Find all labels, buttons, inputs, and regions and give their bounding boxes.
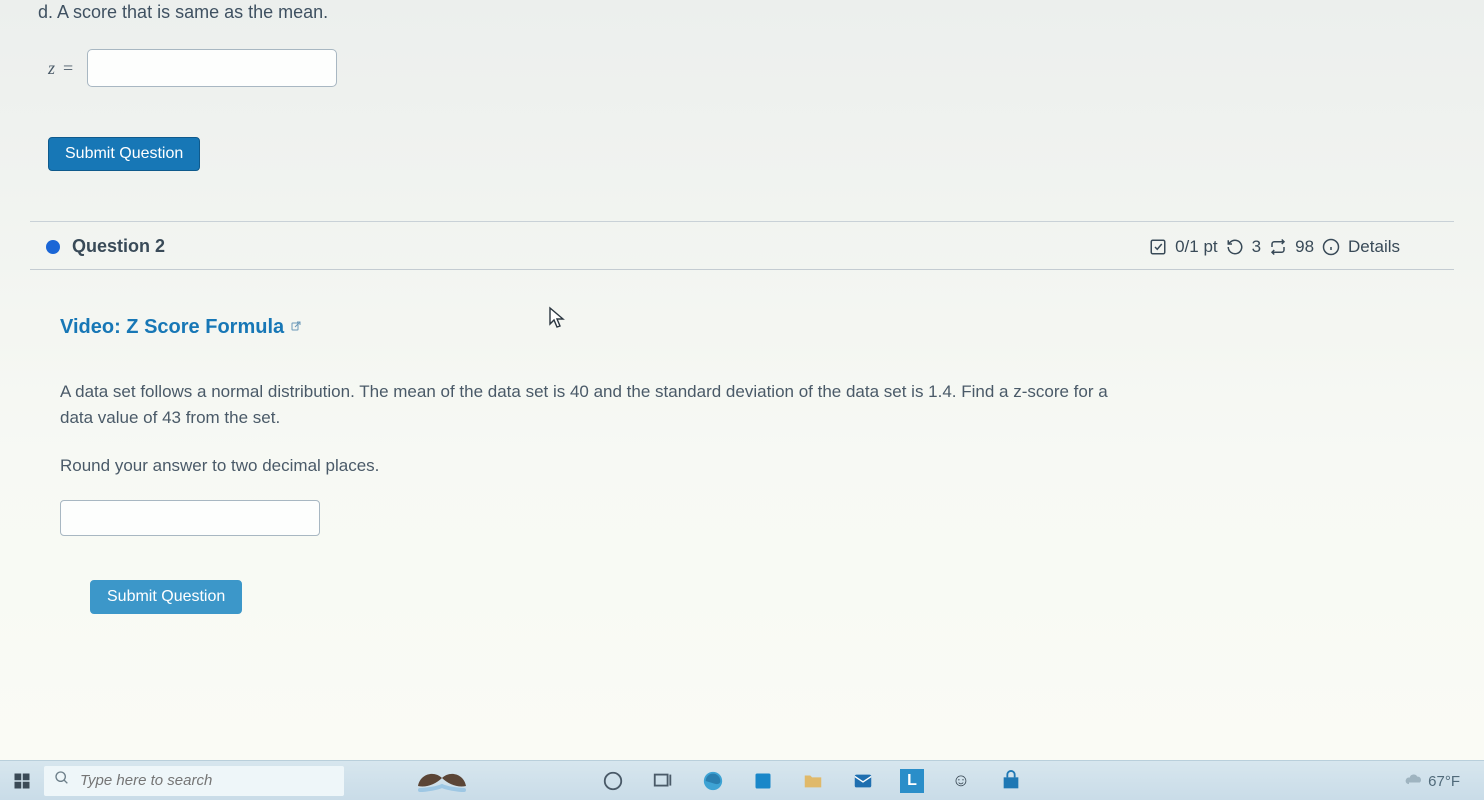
windows-taskbar: L ☺ 67°F	[0, 760, 1484, 800]
search-input[interactable]	[80, 772, 334, 789]
store-icon[interactable]	[998, 768, 1024, 794]
mail-icon[interactable]	[850, 768, 876, 794]
status-dot-icon	[46, 240, 60, 254]
cortana-circle-icon[interactable]	[600, 768, 626, 794]
equals-sign: =	[63, 58, 73, 79]
question-header-right: 0/1 pt 3 98 Details	[1149, 237, 1400, 257]
retry-icon	[1226, 238, 1244, 256]
video-link-text: Video: Z Score Formula	[60, 316, 284, 339]
question-2-title: Question 2	[72, 236, 165, 257]
cycle-icon	[1269, 238, 1287, 256]
question-2-header: Question 2 0/1 pt 3	[30, 222, 1454, 270]
weather-cloud-icon	[1404, 773, 1428, 790]
taskbar-search[interactable]	[44, 766, 344, 796]
seasonal-decoration-icon	[412, 766, 472, 796]
score-text: 0/1 pt	[1175, 237, 1218, 257]
submit-question-button[interactable]: Submit Question	[48, 137, 200, 171]
weather-widget[interactable]: 67°F	[1404, 772, 1460, 790]
weather-temp: 67°F	[1428, 773, 1460, 790]
attempts-left: 3	[1252, 237, 1261, 257]
rounding-instruction: Round your answer to two decimal places.	[60, 456, 1448, 476]
z-input-row: z =	[48, 49, 1454, 87]
question-1d-section: d. A score that is same as the mean. z =…	[30, 0, 1454, 221]
q1d-prompt: d. A score that is same as the mean.	[38, 2, 1454, 23]
answer-input[interactable]	[60, 500, 320, 536]
start-button[interactable]	[8, 767, 36, 795]
quiz-page: d. A score that is same as the mean. z =…	[0, 0, 1484, 760]
video-link[interactable]: Video: Z Score Formula	[60, 316, 302, 339]
info-icon[interactable]	[1322, 238, 1340, 256]
question-header-left: Question 2	[34, 236, 165, 257]
checkbox-icon	[1149, 238, 1167, 256]
submit-question-button[interactable]: Submit Question	[90, 580, 242, 614]
letter-l-app-icon[interactable]: L	[900, 769, 924, 793]
file-explorer-icon[interactable]	[800, 768, 826, 794]
taskbar-icons: L ☺	[600, 768, 1024, 794]
problem-statement: A data set follows a normal distribution…	[60, 379, 1120, 432]
z-variable-label: z	[48, 58, 55, 79]
smiley-icon[interactable]: ☺	[948, 768, 974, 794]
z-value-input[interactable]	[87, 49, 337, 87]
question-2-body: Video: Z Score Formula A data set follow…	[30, 270, 1454, 614]
attempts-total: 98	[1295, 237, 1314, 257]
edge-icon[interactable]	[700, 768, 726, 794]
file-app-icon[interactable]	[750, 768, 776, 794]
task-view-icon[interactable]	[650, 768, 676, 794]
external-link-icon	[290, 320, 302, 335]
search-icon	[54, 770, 70, 791]
details-link[interactable]: Details	[1348, 237, 1400, 257]
